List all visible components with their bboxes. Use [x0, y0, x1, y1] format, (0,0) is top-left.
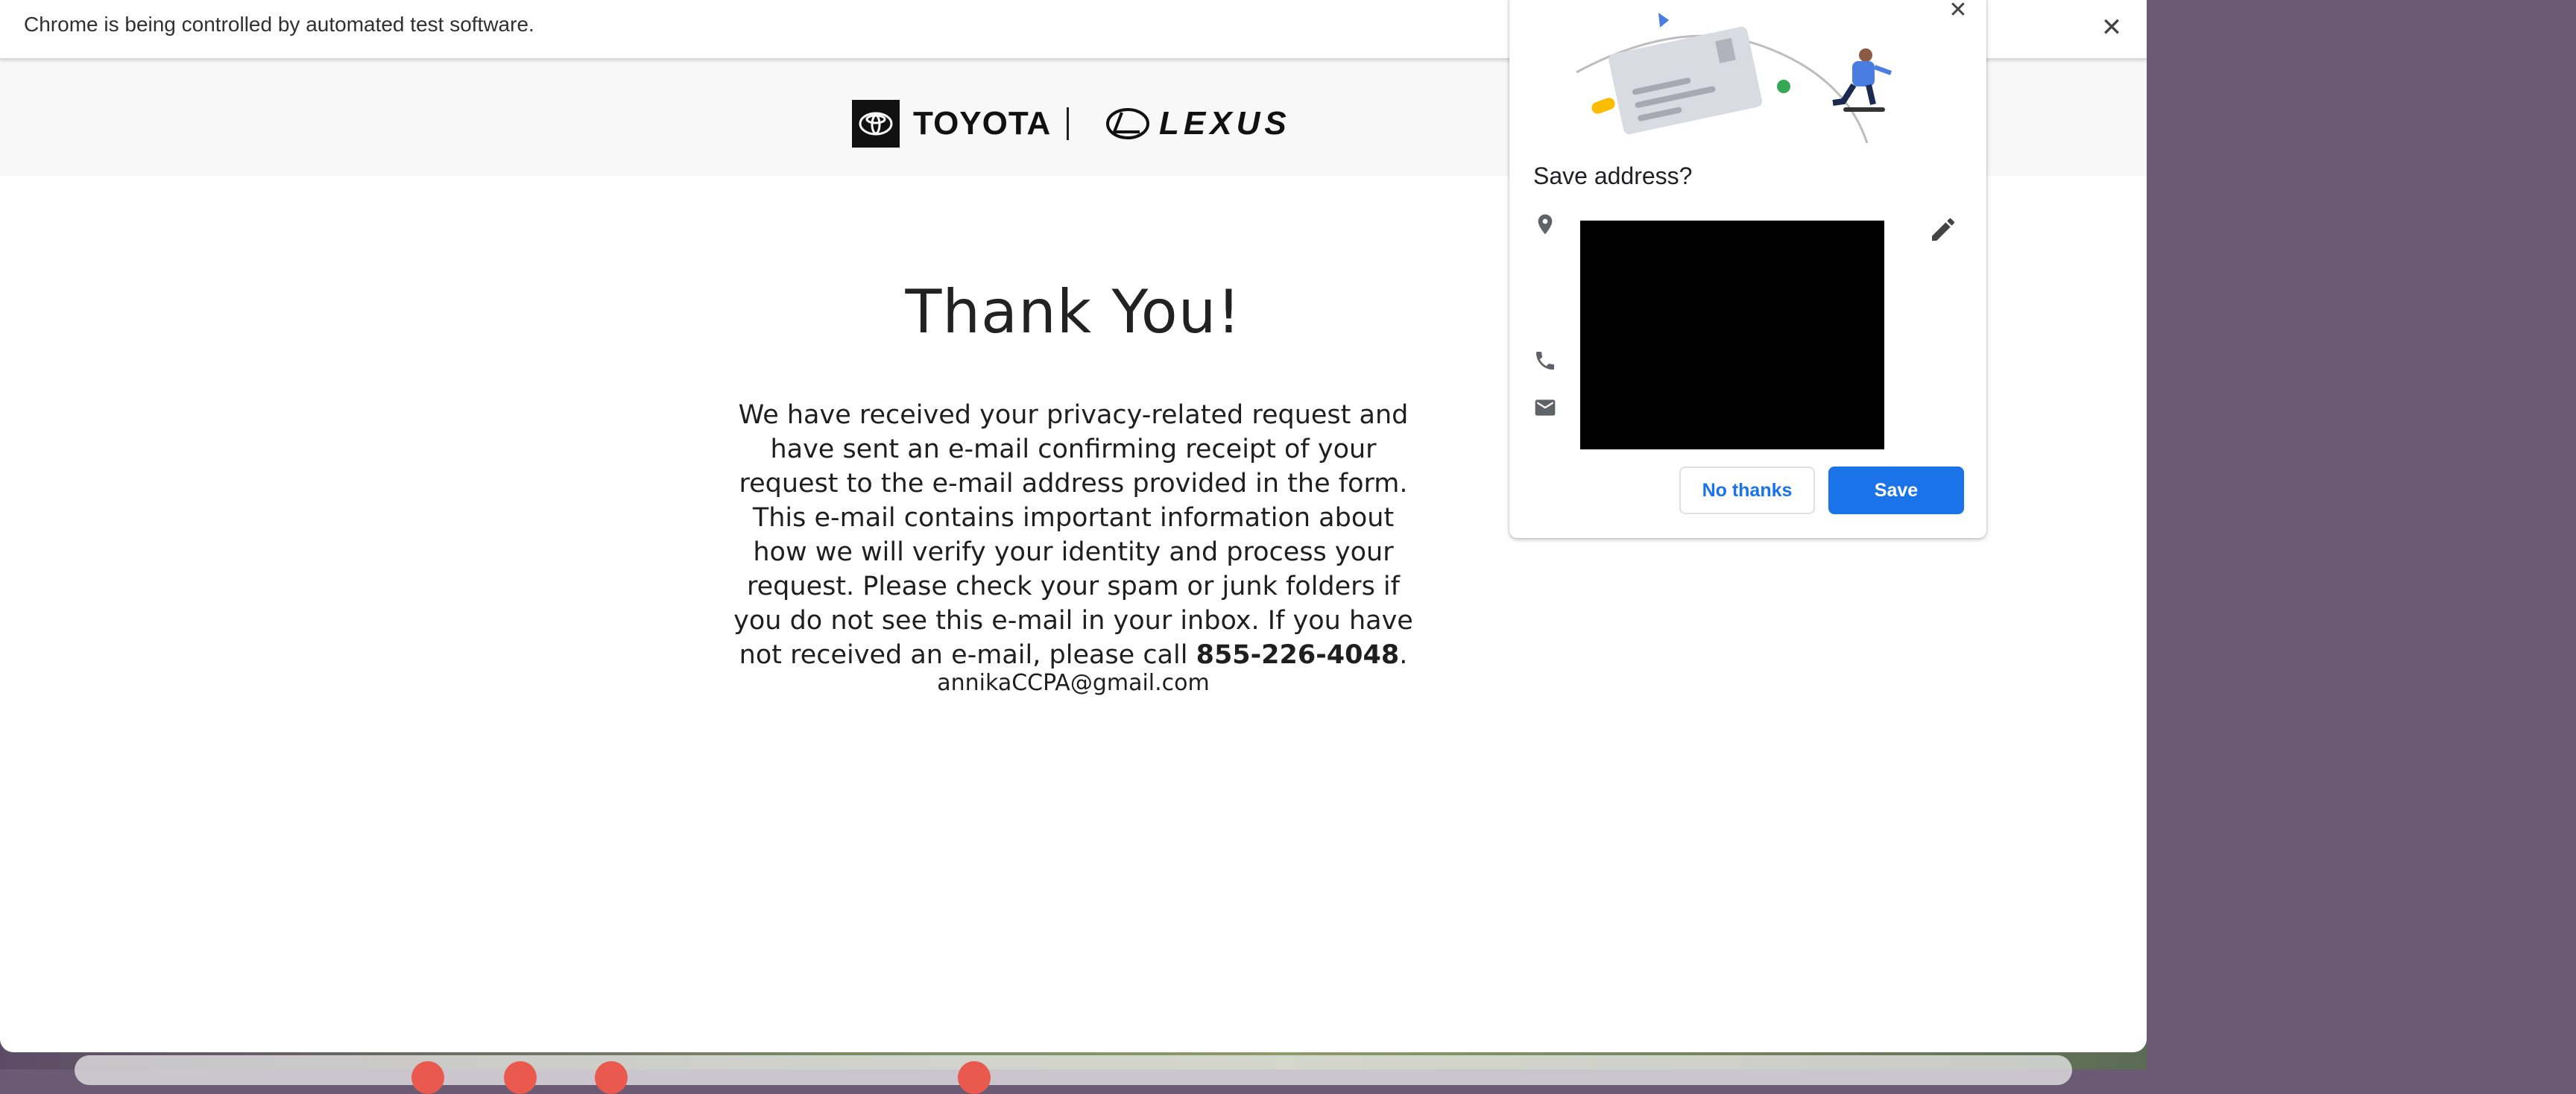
dialog-title: Save address? — [1533, 162, 1693, 189]
address-illustration-icon — [1576, 13, 1892, 144]
dock-app-icon[interactable] — [504, 1061, 537, 1094]
lexus-emblem-icon — [1106, 108, 1149, 139]
message-end: . — [1399, 640, 1408, 670]
save-button[interactable]: Save — [1828, 467, 1964, 514]
dock-app-icon[interactable] — [595, 1061, 628, 1094]
phone-number: 855-226-4048 — [1196, 640, 1400, 670]
toyota-logo[interactable]: TOYOTA — [852, 100, 1051, 148]
dock-app-icon[interactable] — [411, 1061, 444, 1094]
logo-divider — [1067, 107, 1069, 140]
phone-icon — [1536, 352, 1554, 370]
close-icon[interactable]: ✕ — [1943, 0, 1973, 25]
lexus-wordmark: LEXUS — [1159, 105, 1291, 142]
email-address: annikaCCPA@gmail.com — [937, 670, 1210, 696]
no-thanks-button[interactable]: No thanks — [1679, 467, 1815, 514]
close-icon[interactable]: ✕ — [2094, 10, 2129, 45]
toyota-emblem-icon — [852, 100, 900, 148]
lexus-logo[interactable]: LEXUS — [1105, 100, 1291, 148]
dock — [75, 1055, 2072, 1085]
mail-icon — [1535, 399, 1556, 416]
dock-app-icon[interactable] — [958, 1061, 991, 1094]
infobar-message: Chrome is being controlled by automated … — [24, 13, 534, 36]
message-text: We have received your privacy-related re… — [733, 400, 1413, 670]
pencil-icon[interactable] — [1928, 215, 1958, 244]
confirmation-message: We have received your privacy-related re… — [730, 398, 1416, 672]
toyota-wordmark: TOYOTA — [913, 105, 1052, 142]
save-address-dialog: ✕ Save address? No thanks Save — [1509, 0, 1986, 538]
redacted-address-details — [1580, 221, 1884, 449]
location-pin-icon — [1538, 214, 1553, 235]
